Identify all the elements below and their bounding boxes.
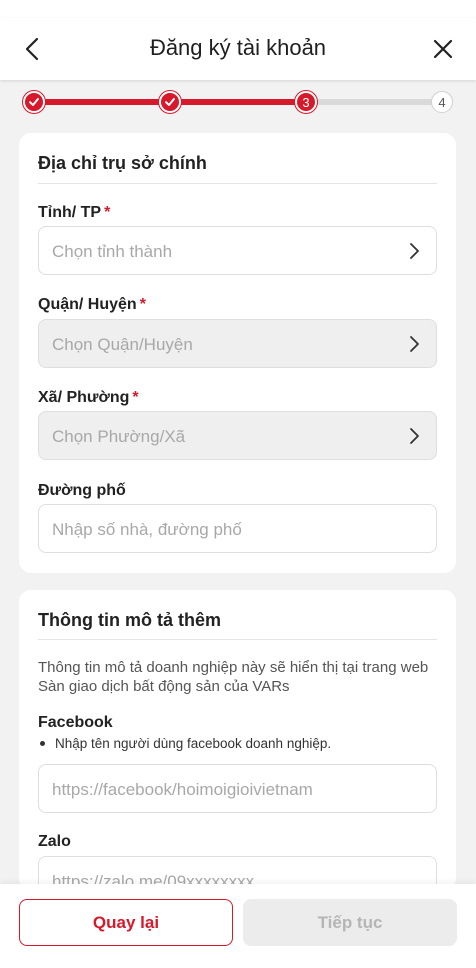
chevron-right-icon: [410, 243, 419, 259]
extra-info-card: Thông tin mô tả thêm Thông tin mô tả doa…: [19, 590, 456, 905]
step-2-check-icon: [159, 91, 181, 113]
zalo-label: Zalo: [38, 833, 71, 850]
status-bar: [0, 0, 476, 18]
divider: [38, 639, 437, 640]
step-1-check-icon: [23, 91, 45, 113]
street-input[interactable]: Nhập số nhà, đường phố: [38, 504, 437, 553]
address-card: Địa chỉ trụ sở chính Tỉnh/ TP * Chọn tỉnh…: [19, 133, 456, 573]
district-placeholder: Chọn Quận/Huyện: [52, 335, 193, 354]
progress-stepper: 3 4: [0, 80, 476, 124]
province-placeholder: Chọn tỉnh thành: [52, 242, 173, 261]
stepper-track-todo: [306, 99, 442, 105]
ward-select[interactable]: Chọn Phường/Xã: [38, 411, 437, 460]
province-label: Tỉnh/ TP *: [38, 204, 111, 221]
bottom-action-bar: Quay lại Tiếp tục: [0, 884, 476, 968]
facebook-placeholder: https://facebook/hoimoigioivietnam: [52, 780, 313, 799]
chevron-right-icon: [410, 428, 419, 444]
next-button[interactable]: Tiếp tục: [243, 899, 457, 946]
required-mark: *: [139, 296, 146, 313]
step-3: 3: [295, 91, 317, 113]
province-select[interactable]: Chọn tỉnh thành: [38, 226, 437, 275]
back-button[interactable]: Quay lại: [19, 899, 233, 946]
ward-label: Xã/ Phường *: [38, 389, 139, 406]
chevron-right-icon: [410, 336, 419, 352]
header: Đăng ký tài khoản: [0, 18, 476, 80]
close-icon[interactable]: [428, 34, 458, 64]
divider: [38, 183, 437, 184]
facebook-label: Facebook: [38, 714, 113, 731]
page-title: Đăng ký tài khoản: [149, 35, 327, 60]
extra-description: Thông tin mô tả doanh nghiệp này sẽ hiển…: [38, 659, 429, 695]
step-4: 4: [431, 91, 453, 113]
facebook-input[interactable]: https://facebook/hoimoigioivietnam: [38, 764, 437, 813]
extra-section-title: Thông tin mô tả thêm: [38, 610, 221, 630]
street-label: Đường phố: [38, 482, 126, 499]
district-select[interactable]: Chọn Quận/Huyện: [38, 319, 437, 368]
required-mark: *: [132, 389, 139, 406]
required-mark: *: [104, 204, 111, 221]
street-placeholder: Nhập số nhà, đường phố: [52, 520, 242, 539]
ward-placeholder: Chọn Phường/Xã: [52, 427, 186, 446]
facebook-hint: Nhập tên người dùng facebook doanh nghiệ…: [38, 736, 331, 751]
district-label: Quận/ Huyện *: [38, 296, 146, 313]
address-section-title: Địa chỉ trụ sở chính: [38, 153, 207, 173]
